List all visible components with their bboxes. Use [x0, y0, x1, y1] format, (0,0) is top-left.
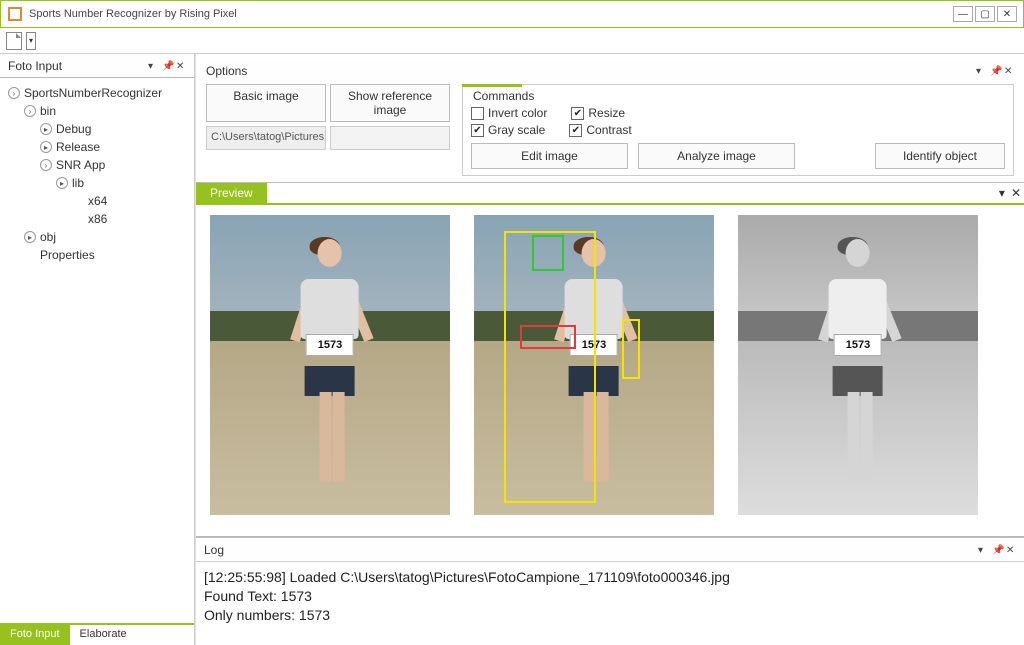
detection-side-box	[622, 319, 640, 379]
preview-header: Preview ▾ ✕	[196, 183, 1024, 205]
options-panel: Options ▾ 📌 ✕ Basic image Show reference…	[196, 54, 1024, 183]
detection-body-box	[504, 231, 596, 503]
dropdown-icon[interactable]: ▾	[976, 66, 986, 76]
options-title: Options	[206, 64, 247, 78]
tree-item-label: Debug	[56, 122, 91, 136]
invert-color-checkbox[interactable]: Invert color	[471, 106, 547, 120]
expander-icon[interactable]: ›	[8, 87, 20, 99]
gray-scale-checkbox[interactable]: ✔Gray scale	[471, 123, 545, 137]
sidebar-tabs: Foto Input Elaborate	[0, 623, 194, 645]
toolbar-dropdown-icon[interactable]: ▾	[26, 32, 36, 50]
expander-icon[interactable]: ▸	[56, 177, 68, 189]
sidebar-title: Foto Input	[8, 59, 62, 73]
commands-legend: Commands	[471, 89, 1005, 103]
sidebar-header: Foto Input ▾ 📌 ✕	[0, 54, 194, 78]
tab-foto-input[interactable]: Foto Input	[0, 625, 70, 645]
sidebar: Foto Input ▾ 📌 ✕ › SportsNumberRecognizer…	[0, 54, 195, 645]
maximize-button[interactable]: ▢	[975, 6, 995, 22]
tree-item[interactable]: ▸ Debug	[4, 120, 190, 138]
tree-item[interactable]: Properties	[4, 246, 190, 264]
tree-item[interactable]: ▸ Release	[4, 138, 190, 156]
close-panel-icon[interactable]: ✕	[1006, 545, 1016, 555]
expander-icon	[24, 249, 36, 261]
expander-icon	[72, 213, 84, 225]
expander-icon[interactable]: ▸	[24, 231, 36, 243]
basic-image-button[interactable]: Basic image	[206, 84, 326, 122]
close-panel-icon[interactable]: ✕	[1004, 66, 1014, 76]
identify-object-button[interactable]: Identify object	[875, 143, 1005, 169]
tree-item-label: SNR App	[56, 158, 105, 172]
tree-item[interactable]: x86	[4, 210, 190, 228]
tree-item-label: lib	[72, 176, 84, 190]
expander-icon[interactable]: ›	[24, 105, 36, 117]
tree-item-label: Properties	[40, 248, 95, 262]
pin-icon[interactable]: 📌	[992, 545, 1002, 555]
tree-item[interactable]: › bin	[4, 102, 190, 120]
tree-item-label: x64	[88, 194, 107, 208]
window-titlebar: Sports Number Recognizer by Rising Pixel…	[0, 0, 1024, 28]
commands-group: Commands Invert color ✔Resize ✔Gray scal…	[462, 84, 1014, 176]
dropdown-icon[interactable]: ▾	[996, 183, 1008, 203]
tab-elaborate[interactable]: Elaborate	[70, 625, 137, 645]
analyze-image-button[interactable]: Analyze image	[638, 143, 795, 169]
folder-tree[interactable]: › SportsNumberRecognizer › bin ▸ Debug ▸ Releas…	[0, 78, 194, 623]
close-button[interactable]: ✕	[997, 6, 1017, 22]
expander-icon[interactable]: ▸	[40, 141, 52, 153]
tree-item-label: x86	[88, 212, 107, 226]
path-textbox[interactable]: C:\Users\tatog\Pictures	[206, 126, 326, 150]
app-icon	[7, 6, 23, 22]
show-reference-button[interactable]: Show reference image	[330, 84, 450, 122]
pin-icon[interactable]: 📌	[162, 61, 172, 71]
expander-icon[interactable]: ▸	[40, 123, 52, 135]
preview-area: 1573 1573 1573	[196, 205, 1024, 537]
log-title: Log	[204, 543, 224, 557]
close-panel-icon[interactable]: ✕	[176, 61, 186, 71]
minimize-button[interactable]: —	[953, 6, 973, 22]
tree-item-label: Release	[56, 140, 100, 154]
log-panel: Log ▾ 📌 ✕ [12:25:55:98] Loaded C:\Users\…	[196, 537, 1024, 645]
expander-icon	[72, 195, 84, 207]
tree-item-label: obj	[40, 230, 56, 244]
expander-icon[interactable]: ›	[40, 159, 52, 171]
contrast-checkbox[interactable]: ✔Contrast	[569, 123, 631, 137]
tree-item-label: SportsNumberRecognizer	[24, 86, 162, 100]
tree-item[interactable]: x64	[4, 192, 190, 210]
dropdown-icon[interactable]: ▾	[148, 61, 158, 71]
tree-item[interactable]: › SportsNumberRecognizer	[4, 84, 190, 102]
tree-item[interactable]: › SNR App	[4, 156, 190, 174]
tree-item-label: bin	[40, 104, 56, 118]
log-output[interactable]: [12:25:55:98] Loaded C:\Users\tatog\Pict…	[196, 562, 1024, 645]
reference-path-textbox[interactable]	[330, 126, 450, 150]
preview-tab[interactable]: Preview	[196, 183, 267, 203]
dropdown-icon[interactable]: ▾	[978, 545, 988, 555]
window-title: Sports Number Recognizer by Rising Pixel	[29, 8, 953, 20]
bib-number-label: 1573	[306, 334, 354, 356]
preview-original-image: 1573	[210, 215, 450, 515]
tree-item[interactable]: ▸ obj	[4, 228, 190, 246]
new-document-icon[interactable]	[6, 32, 22, 50]
preview-detection-image: 1573	[474, 215, 714, 515]
tree-item[interactable]: ▸ lib	[4, 174, 190, 192]
close-panel-icon[interactable]: ✕	[1008, 183, 1024, 203]
pin-icon[interactable]: 📌	[990, 66, 1000, 76]
preview-grayscale-image: 1573	[738, 215, 978, 515]
detection-face-box	[532, 235, 564, 271]
edit-image-button[interactable]: Edit image	[471, 143, 628, 169]
detection-bib-box	[520, 325, 576, 349]
toolbar: ▾	[0, 28, 1024, 54]
resize-checkbox[interactable]: ✔Resize	[571, 106, 625, 120]
